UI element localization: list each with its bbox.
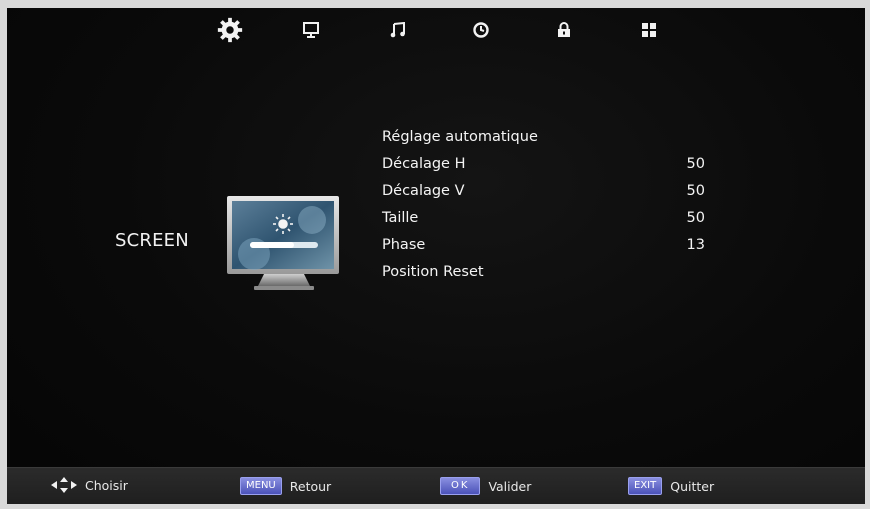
screen-settings-menu: Réglage automatique Décalage H 50 Décala… <box>382 124 712 286</box>
menu-key: MENU <box>240 477 282 495</box>
help-back[interactable]: MENU Retour <box>240 477 331 495</box>
clock-icon <box>473 22 489 38</box>
ok-key: OK <box>440 477 481 495</box>
help-choose[interactable]: Choisir <box>51 477 128 493</box>
help-bar: Choisir MENU Retour OK Valider EXIT Quit… <box>7 467 865 504</box>
help-exit-label: Quitter <box>670 478 715 494</box>
menu-item-size[interactable]: Taille 50 <box>382 205 712 232</box>
tab-time[interactable] <box>467 16 495 44</box>
music-note-icon <box>390 22 405 38</box>
help-back-label: Retour <box>289 478 332 494</box>
tab-lock[interactable] <box>550 16 578 44</box>
menu-item-auto-adjust[interactable]: Réglage automatique <box>382 124 712 151</box>
tab-apps[interactable] <box>635 16 663 44</box>
menu-item-label: Réglage automatique <box>382 129 538 145</box>
top-tab-bar <box>7 8 865 52</box>
menu-item-value: 13 <box>686 237 705 253</box>
menu-item-h-offset[interactable]: Décalage H 50 <box>382 151 712 178</box>
help-choose-label: Choisir <box>85 477 128 493</box>
menu-item-label: Position Reset <box>382 264 484 280</box>
tab-sound[interactable] <box>384 16 412 44</box>
tab-setup[interactable] <box>216 16 244 44</box>
menu-item-v-offset[interactable]: Décalage V 50 <box>382 178 712 205</box>
monitor-icon <box>303 22 319 38</box>
menu-item-label: Phase <box>382 237 426 253</box>
exit-key: EXIT <box>628 477 663 495</box>
help-exit[interactable]: EXIT Quitter <box>628 477 714 495</box>
tv-osd-screen: SCREEN Réglage automatique Décalage H 50… <box>7 8 865 504</box>
section-title: SCREEN <box>115 230 189 251</box>
menu-item-phase[interactable]: Phase 13 <box>382 232 712 259</box>
menu-item-value: 50 <box>686 183 705 199</box>
menu-item-value: 50 <box>686 156 705 172</box>
dpad-icon <box>51 477 77 493</box>
help-confirm-label: Valider <box>488 478 532 494</box>
grid-icon <box>642 23 656 37</box>
monitor-brightness-icon <box>224 194 344 298</box>
menu-item-label: Taille <box>382 210 419 226</box>
menu-item-label: Décalage V <box>382 183 465 199</box>
help-confirm[interactable]: OK Valider <box>440 477 531 495</box>
tab-picture[interactable] <box>297 16 325 44</box>
menu-item-label: Décalage H <box>382 156 466 172</box>
gear-icon <box>217 17 243 43</box>
lock-icon <box>558 22 570 37</box>
menu-item-position-reset[interactable]: Position Reset <box>382 259 712 286</box>
menu-item-value: 50 <box>686 210 705 226</box>
